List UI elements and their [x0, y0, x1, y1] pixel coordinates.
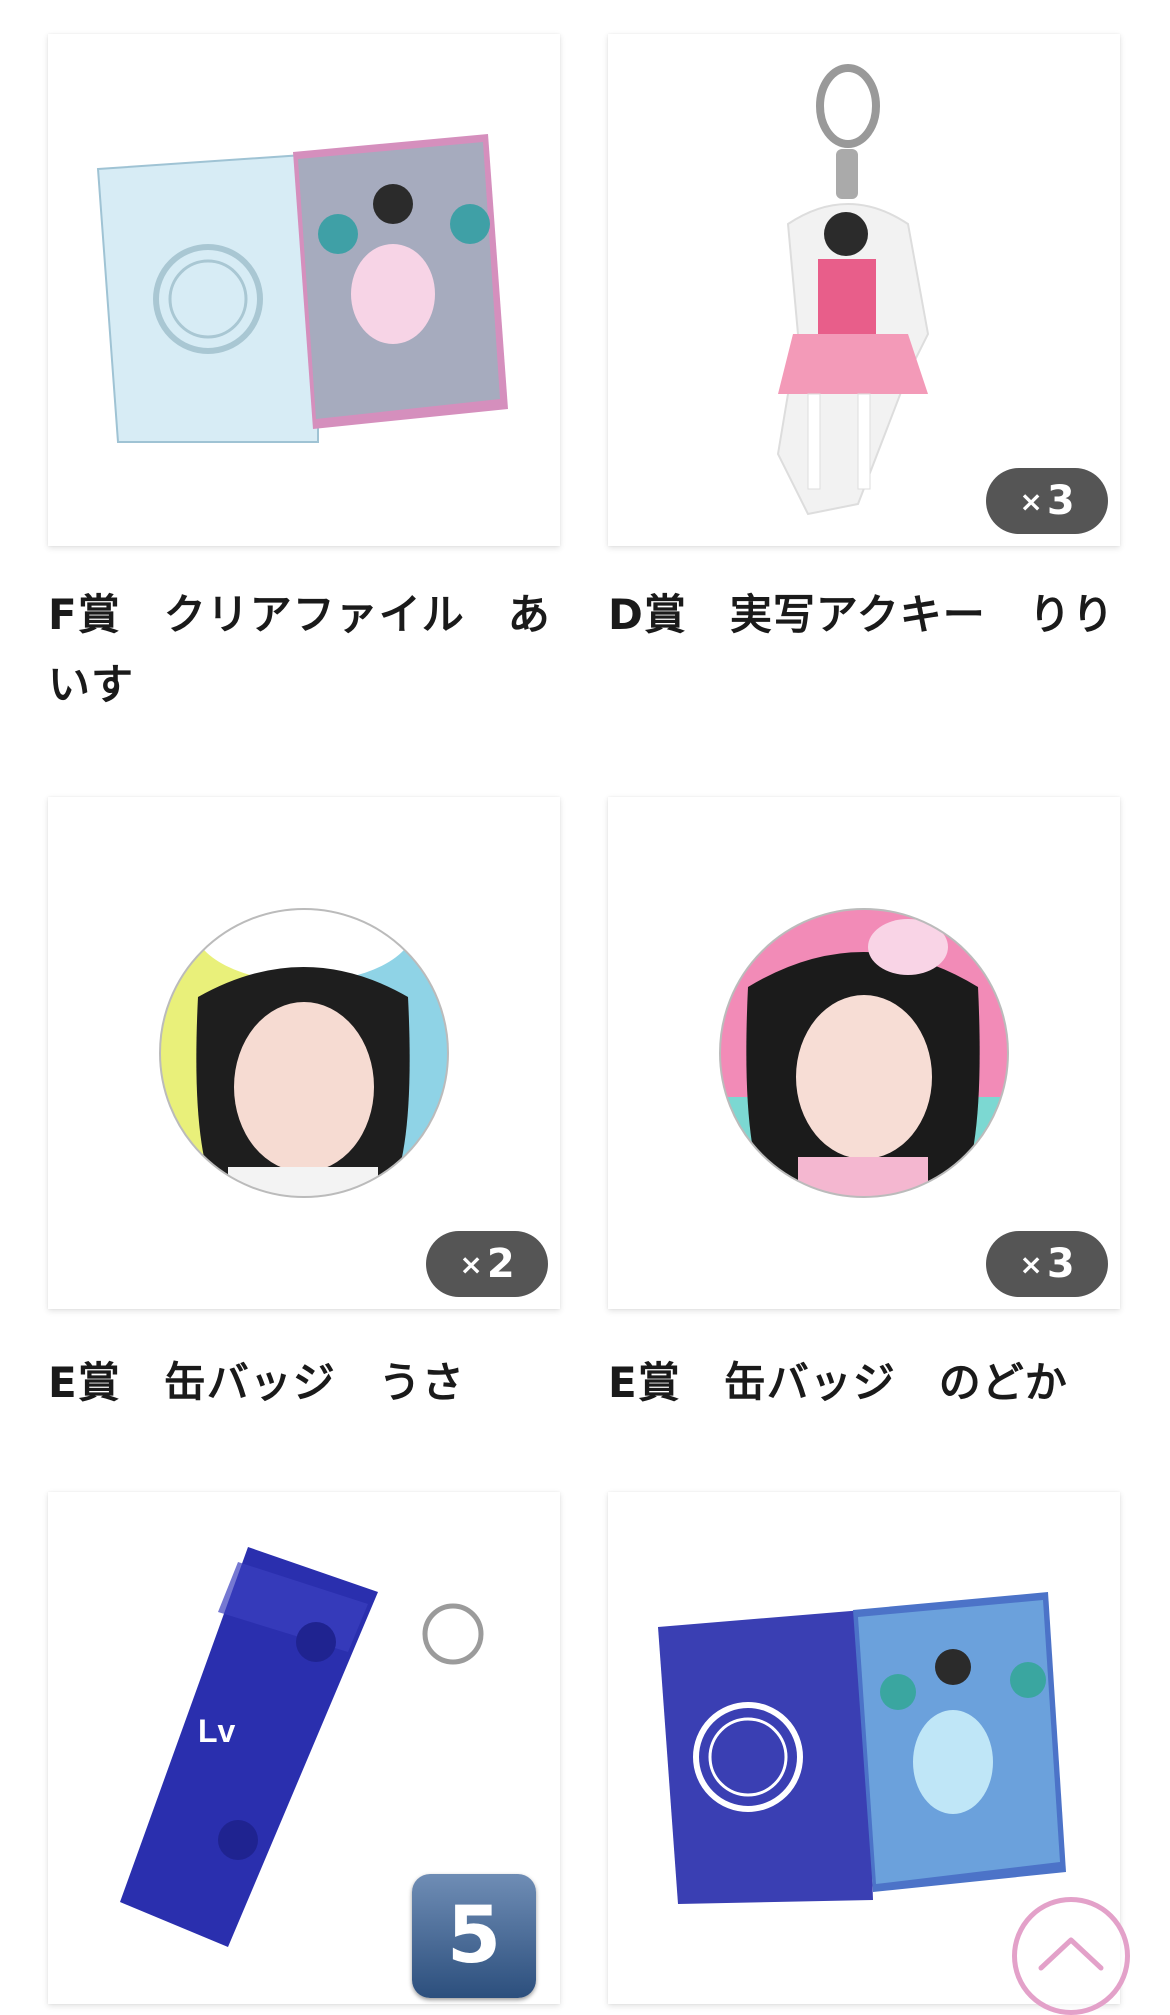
product-title-f[interactable]: F賞 クリアファイル あいす	[48, 580, 568, 720]
scroll-top-button[interactable]	[1012, 1897, 1130, 2015]
product-title-d[interactable]: D賞 実写アクキー りり	[608, 580, 1128, 650]
product-title-e-usa[interactable]: E賞 缶バッジ うさ	[48, 1348, 568, 1418]
clear-file-thumbnail	[96, 134, 508, 443]
product-card-d-acrylic-keychain[interactable]: × 3	[608, 34, 1120, 546]
svg-text:Lv: Lv	[198, 1713, 236, 1749]
product-card-f-clear-file[interactable]	[48, 34, 560, 546]
product-card-e-badge-usa[interactable]: × 2	[48, 797, 560, 1309]
product-title-e-nodoka[interactable]: E賞 缶バッジ のどか	[608, 1348, 1128, 1418]
chevron-up-icon	[1038, 1937, 1104, 1971]
product-card-e-badge-nodoka[interactable]: × 3	[608, 797, 1120, 1309]
quantity-badge: × 2	[426, 1231, 548, 1297]
page-indicator: 5	[412, 1874, 536, 1998]
quantity-badge: × 3	[986, 468, 1108, 534]
quantity-badge: × 3	[986, 1231, 1108, 1297]
